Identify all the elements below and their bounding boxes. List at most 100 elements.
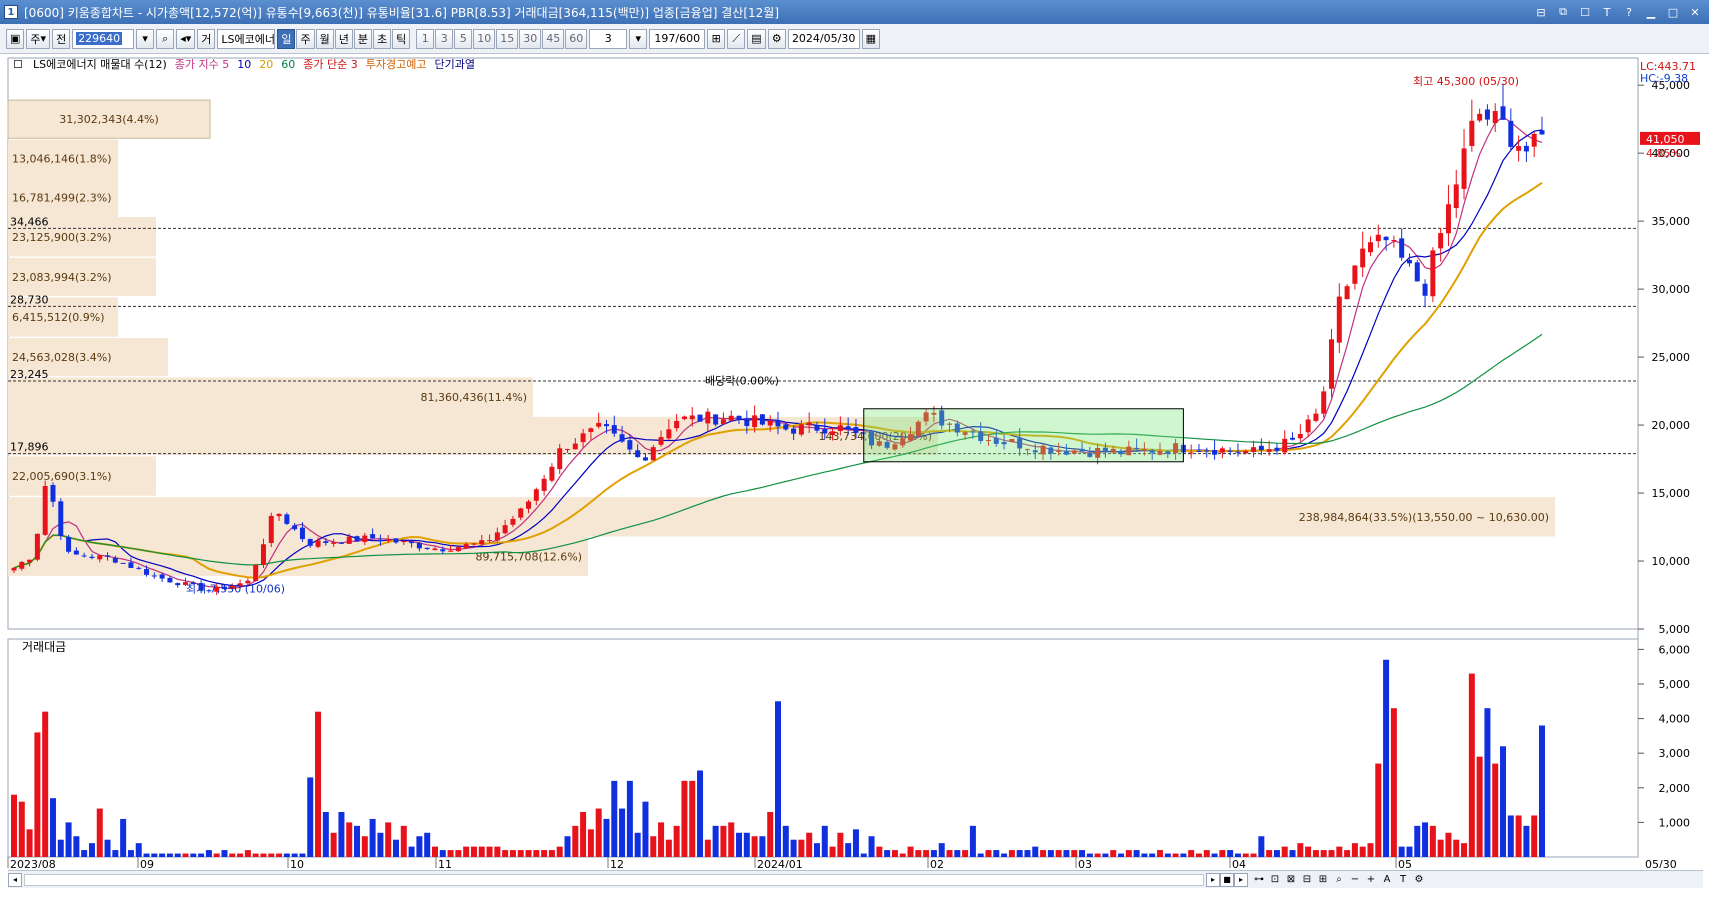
minute-tab[interactable]: 15	[496, 28, 519, 49]
gear-icon[interactable]: ⚙	[767, 28, 786, 49]
app-icon[interactable]: 1	[4, 5, 18, 19]
volume-bar	[1047, 850, 1054, 857]
tool-c-icon[interactable]: ⊟	[1300, 873, 1314, 887]
legend-item[interactable]: 투자경고예고	[366, 56, 427, 72]
legend-item[interactable]: 종가 단순 3	[303, 56, 357, 72]
minute-tab[interactable]: 30	[519, 28, 542, 49]
chart-settings-icon[interactable]: ▣	[6, 28, 25, 49]
unit-dropdown-icon[interactable]: ▾	[629, 28, 648, 49]
minute-tab[interactable]: 1	[416, 28, 435, 49]
minute-tab[interactable]: 10	[473, 28, 496, 49]
date-input[interactable]: 2024/05/30	[787, 28, 860, 49]
candle-body	[42, 486, 48, 535]
candle-body	[1274, 447, 1280, 451]
layout-icon[interactable]: ⊟	[1533, 4, 1549, 20]
candle-body	[674, 420, 680, 429]
minute-tab[interactable]: 45	[542, 28, 565, 49]
tool-d-icon[interactable]: ⊞	[1316, 873, 1330, 887]
candle-body	[1406, 259, 1412, 264]
candle-body	[1422, 283, 1428, 296]
minute-tab[interactable]: 3	[435, 28, 454, 49]
period-tab[interactable]: 주	[296, 28, 315, 49]
volume-bar	[1032, 846, 1039, 857]
minute-tab[interactable]: 5	[454, 28, 473, 49]
period-tab[interactable]: 일	[277, 28, 296, 49]
maximize-icon[interactable]: ☐	[1577, 4, 1593, 20]
settings-icon[interactable]: ⚙	[1412, 873, 1426, 887]
period-tab[interactable]: 월	[315, 28, 334, 49]
scroll-left-icon[interactable]: ◂	[8, 872, 22, 887]
candle-body	[635, 450, 641, 458]
sound-icon[interactable]: ◂▾	[176, 28, 196, 49]
stop-icon[interactable]: ■	[1220, 872, 1234, 887]
legend-item[interactable]: 10	[237, 58, 251, 71]
volume-bar	[42, 711, 49, 857]
calendar-icon[interactable]: ▦	[861, 28, 881, 49]
volume-bar	[486, 846, 493, 857]
help-icon[interactable]: ?	[1621, 4, 1637, 20]
font-icon[interactable]: T	[1599, 4, 1615, 20]
title-bar: 1 [0600] 키움종합차트 - 시가총액[12,572(억)] 유통수[9,…	[0, 0, 1709, 24]
scroll-right-icon[interactable]: ▸	[1206, 872, 1220, 887]
line-tool-icon[interactable]: ⟋	[727, 28, 746, 49]
legend-item[interactable]: LS에코에너지 매물대 수(12)	[33, 56, 167, 72]
volume-bar	[1312, 850, 1319, 857]
scroll-track[interactable]	[24, 873, 1204, 886]
chart-area[interactable]: 31,302,343(4.4%) 13,046,146(1.8%) 16,781,4…	[0, 54, 1709, 871]
typeface-icon[interactable]: T	[1396, 873, 1410, 887]
candle-body	[299, 527, 305, 540]
volume-bar	[728, 822, 735, 857]
zoom-icon[interactable]: ⌕	[1332, 873, 1346, 887]
period-tab[interactable]: 초	[372, 28, 392, 49]
candle-body	[1204, 450, 1210, 452]
play-icon[interactable]: ▸	[1234, 872, 1248, 887]
period-tab[interactable]: 분	[353, 28, 372, 49]
period-tab[interactable]: 틱	[392, 28, 411, 49]
chart-scrollbar[interactable]: ◂ ▸ ■ ▸ ⊶ ⊡ ⊠ ⊟ ⊞ ⌕ − + A T ⚙	[8, 870, 1703, 888]
text-tool-icon[interactable]: A	[1380, 873, 1394, 887]
legend-item[interactable]: 20	[259, 58, 273, 71]
candle-body	[689, 415, 695, 420]
plus-icon[interactable]: +	[1364, 873, 1378, 887]
zoom-slider-icon[interactable]: ⊶	[1252, 873, 1266, 887]
stock-code-input[interactable]: 229640	[72, 28, 135, 49]
candle-body	[58, 501, 64, 537]
x-axis-label: 12	[610, 858, 624, 868]
max-icon[interactable]: □	[1665, 4, 1681, 20]
save-icon[interactable]: ▤	[747, 28, 766, 49]
candle-body	[1516, 146, 1522, 151]
unit-input[interactable]: 3	[589, 28, 628, 49]
minimize-icon[interactable]: ▁	[1643, 4, 1659, 20]
legend-item[interactable]: 60	[281, 58, 295, 71]
legend-checkbox[interactable]	[14, 60, 22, 68]
tool-b-icon[interactable]: ⊠	[1284, 873, 1298, 887]
candle-body	[526, 501, 532, 509]
candle-body	[627, 440, 633, 450]
stock-name-field[interactable]: LS에코에너	[217, 28, 276, 49]
close-icon[interactable]: ✕	[1687, 4, 1703, 20]
candle-body	[533, 489, 539, 501]
volume-bar	[291, 853, 298, 857]
market-type-select[interactable]: 주 ▾	[26, 28, 51, 49]
trade-button[interactable]: 거	[197, 28, 216, 49]
full-button[interactable]: 전	[52, 28, 71, 49]
tool-a-icon[interactable]: ⊡	[1268, 873, 1282, 887]
period-tab[interactable]: 년	[334, 28, 353, 49]
code-dropdown-icon[interactable]: ▾	[136, 28, 155, 49]
search-icon[interactable]: ⌕	[156, 28, 175, 49]
restore-icon[interactable]: ⧉	[1555, 4, 1571, 20]
candle-body	[1367, 242, 1373, 253]
count-input[interactable]: 197/600	[649, 28, 706, 49]
volume-bar	[361, 836, 368, 857]
low-annotation: 최저 7,550 (10/06)	[186, 582, 285, 595]
legend-item[interactable]: 단기과열	[434, 56, 474, 72]
minute-tab[interactable]: 60	[565, 28, 588, 49]
apply-icon[interactable]: ⊞	[707, 28, 726, 49]
candle-body	[105, 555, 111, 557]
volume-bar	[1094, 853, 1101, 857]
candle-body	[1383, 236, 1389, 241]
volume-bar	[463, 846, 470, 857]
legend-item[interactable]: 종가 지수 5	[175, 56, 229, 72]
candle-body	[1336, 296, 1342, 343]
minus-icon[interactable]: −	[1348, 873, 1362, 887]
